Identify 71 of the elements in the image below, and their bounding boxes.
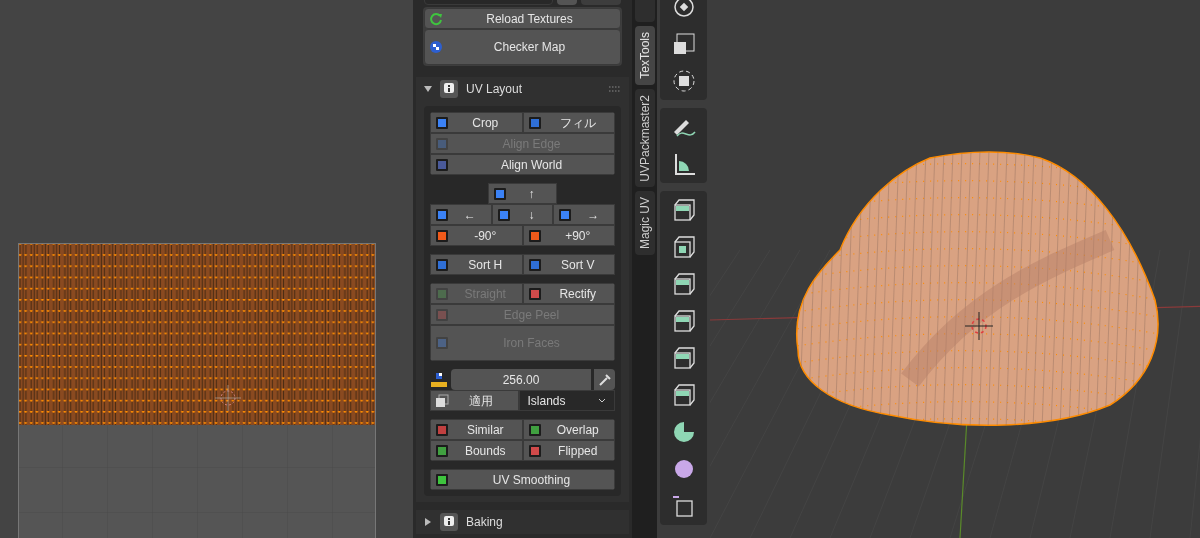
rotate-button[interactable]: -90° [430, 225, 523, 246]
cursor-3d-icon [965, 312, 993, 340]
mode-dropdown[interactable]: Islands [518, 390, 615, 411]
tool-icon [435, 157, 449, 172]
eyedropper-icon [597, 372, 612, 387]
arrow-label: → [586, 206, 601, 224]
tool-button[interactable]: Crop [430, 112, 523, 133]
info-icon [440, 513, 458, 531]
panel-title: UV Layout [466, 81, 524, 98]
info-icon [440, 80, 458, 98]
tool-icon [435, 207, 449, 222]
tool-button[interactable]: UV Smoothing [430, 469, 615, 490]
tool-icon [496, 207, 511, 222]
tool-icon [435, 286, 449, 301]
align-button[interactable]: ↑ [488, 183, 557, 204]
tool-icon [527, 422, 542, 437]
transform-icon[interactable] [670, 68, 697, 94]
drag-handle-icon[interactable] [609, 86, 621, 92]
tool-icon [435, 136, 449, 151]
sidebar-tab[interactable]: TexTools [634, 26, 655, 85]
tool-button[interactable]: フィル [522, 112, 615, 133]
chevron-down-icon [598, 397, 606, 404]
tool-button[interactable]: Reload Textures [424, 8, 621, 29]
tool-icon [435, 472, 449, 487]
tool-icon [435, 336, 449, 350]
arrow-label: ↓ [527, 206, 536, 224]
tool-icon [435, 307, 449, 322]
arrow-label: ← [462, 206, 477, 224]
rotate-label: -90° [473, 227, 498, 245]
tool-icon [493, 186, 508, 201]
collapsed-triangle-icon[interactable] [424, 518, 432, 526]
sidebar-tab[interactable]: Magic UV [634, 191, 655, 256]
align-button[interactable]: → [553, 204, 615, 225]
tool-button[interactable]: Align World [430, 154, 615, 175]
tool-icon [527, 257, 542, 272]
copy-icon [435, 393, 449, 408]
tool-icon [527, 228, 542, 243]
checker-icon [429, 40, 443, 54]
refresh-icon [429, 11, 443, 26]
texel-ruler-icon [430, 370, 448, 389]
tool-icon [558, 207, 573, 222]
eyedropper-button[interactable] [594, 369, 615, 390]
tool-icon [435, 443, 449, 458]
align-button[interactable]: ↓ [491, 204, 554, 225]
tool-button[interactable]: Sort V [522, 254, 615, 275]
rotate-label: +90° [564, 227, 592, 245]
tool-icon [435, 257, 449, 272]
align-button[interactable]: ← [430, 204, 492, 225]
rotate-button[interactable]: +90° [522, 225, 615, 246]
arrow-label: ↑ [527, 185, 536, 203]
tool-button[interactable]: Checker Map [424, 29, 621, 65]
texel-value-field[interactable]: 256.00 [451, 369, 591, 390]
tool-button[interactable]: Bounds [430, 440, 523, 461]
tool-icon [435, 228, 449, 243]
expanded-triangle-icon[interactable] [424, 85, 432, 93]
tool-button[interactable]: Similar [430, 419, 523, 440]
sidebar-tab[interactable]: UVPackmaster2 [634, 88, 655, 188]
tool-icon [527, 286, 542, 301]
panel-title: Baking [466, 514, 503, 531]
tool-icon [527, 115, 542, 130]
apply-button[interactable]: 適用 [430, 390, 519, 411]
panel-header[interactable]: UV Layout [416, 77, 629, 101]
tool-button[interactable]: Flipped [522, 440, 615, 461]
tool-button[interactable]: Sort H [430, 254, 523, 275]
panel-header[interactable]: Baking [416, 510, 629, 534]
tool-button[interactable]: Rectify [522, 283, 615, 304]
tool-icon [435, 115, 449, 130]
tool-icon [527, 443, 542, 458]
tool-icon [435, 422, 449, 437]
tool-button[interactable]: Overlap [522, 419, 615, 440]
cursor-2d-icon [215, 385, 241, 411]
